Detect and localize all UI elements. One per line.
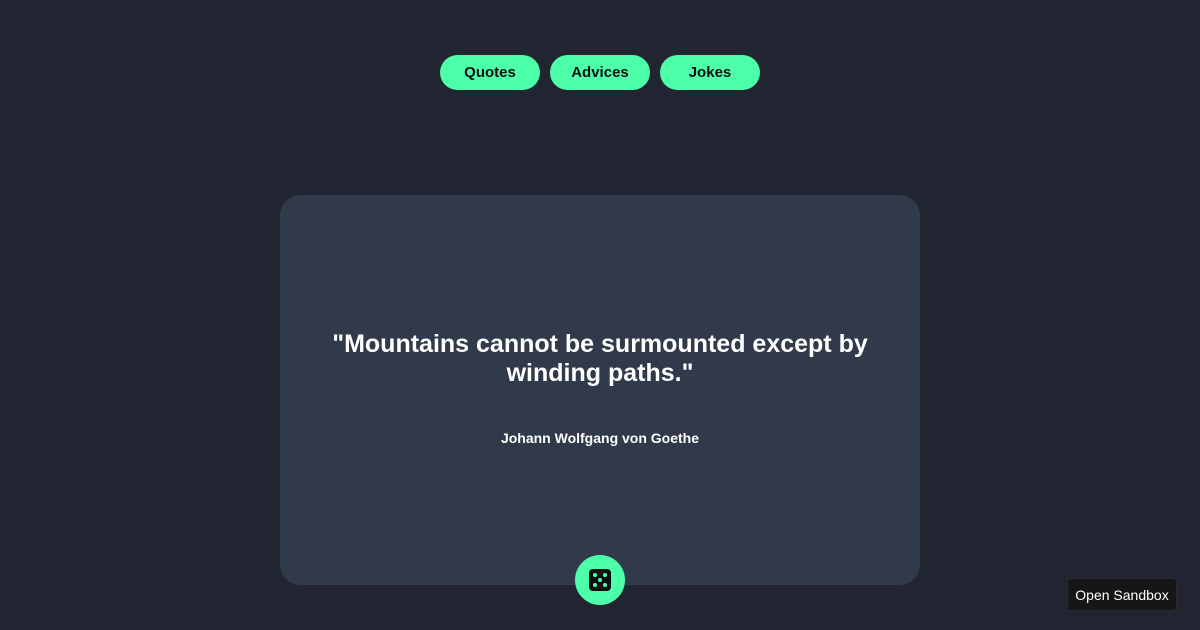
dice-icon <box>589 569 611 591</box>
random-button[interactable] <box>575 555 625 605</box>
category-nav: Quotes Advices Jokes <box>440 55 760 90</box>
page: Quotes Advices Jokes "Mountains cannot b… <box>0 0 1200 630</box>
quote-text: "Mountains cannot be surmounted except b… <box>332 330 868 387</box>
quotes-button[interactable]: Quotes <box>440 55 540 90</box>
quote-card: "Mountains cannot be surmounted except b… <box>280 195 920 585</box>
open-sandbox-button[interactable]: Open Sandbox <box>1067 578 1177 611</box>
advices-button[interactable]: Advices <box>550 55 650 90</box>
quote-author: Johann Wolfgang von Goethe <box>500 430 700 446</box>
jokes-button[interactable]: Jokes <box>660 55 760 90</box>
